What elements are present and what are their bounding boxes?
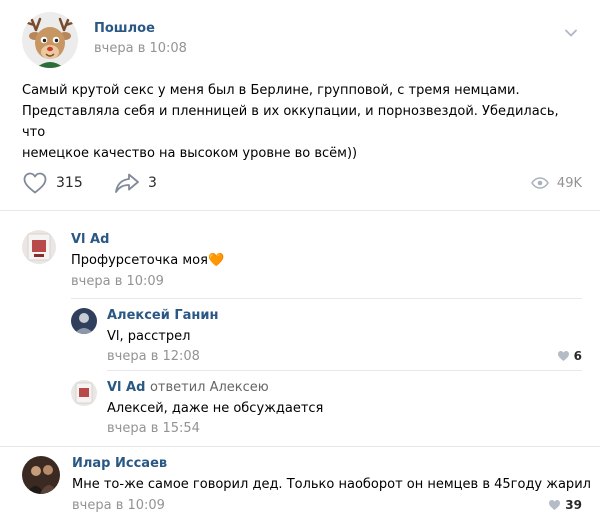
reply-to-label[interactable]: ответил Алексею xyxy=(150,380,269,395)
avatar[interactable] xyxy=(71,308,97,334)
post-text-line: Самый крутой секс у меня был в Берлине, … xyxy=(22,83,520,98)
heart-icon xyxy=(549,500,561,510)
user-photo-icon xyxy=(71,308,97,334)
comment-time[interactable]: вчера в 12:08 xyxy=(107,349,200,364)
orange-heart-emoji: 🧡 xyxy=(207,253,225,268)
comment-author[interactable]: Vl Ad ответил Алексею xyxy=(107,380,269,395)
share-icon xyxy=(115,173,139,193)
divider xyxy=(0,210,600,211)
post-text-line: немецкое качество на высоком уровне во в… xyxy=(22,146,358,161)
post-text-line: Представляла себя и пленницей в их оккуп… xyxy=(22,104,559,140)
comment-author[interactable]: Алексей Ганин xyxy=(107,308,219,323)
deer-avatar-icon xyxy=(22,12,78,68)
share-count: 3 xyxy=(148,175,157,191)
user-photo-icon xyxy=(22,456,60,494)
chevron-down-icon[interactable] xyxy=(564,26,578,40)
post-time[interactable]: вчера в 10:08 xyxy=(94,41,187,56)
views-count: 49K xyxy=(556,175,582,191)
user-photo-icon xyxy=(22,230,56,264)
comment-text: Мне то-же самое говорил дед. Только наоб… xyxy=(72,477,591,492)
comment-text: Профурсеточка моя🧡 xyxy=(71,253,224,268)
views-counter: 49K xyxy=(531,170,582,196)
post-author[interactable]: Пошлое xyxy=(94,21,155,36)
eye-icon xyxy=(531,177,549,189)
comment-like-count: 6 xyxy=(573,349,582,363)
comment-like-button[interactable]: 39 xyxy=(548,498,582,512)
divider xyxy=(0,446,600,447)
comment-author[interactable]: Vl Ad xyxy=(71,232,109,247)
comment: Илар Иссаев Мне то-же самое говорил дед.… xyxy=(22,456,591,516)
user-photo-icon xyxy=(71,380,97,406)
comment-time[interactable]: вчера в 10:09 xyxy=(72,498,165,513)
comment-text: Vl, расстрел xyxy=(107,329,191,344)
group-avatar[interactable] xyxy=(22,12,78,68)
comment-reply: Vl Ad ответил Алексею Алексей, даже не о… xyxy=(71,380,582,436)
comment-like-button[interactable]: 6 xyxy=(557,349,582,363)
avatar[interactable] xyxy=(22,230,56,264)
comment-time[interactable]: вчера в 10:09 xyxy=(71,274,164,289)
comment-like-count: 39 xyxy=(565,498,582,512)
comment-author-name[interactable]: Vl Ad xyxy=(107,380,145,395)
share-button[interactable]: 3 xyxy=(114,170,157,196)
divider xyxy=(107,370,582,371)
comment-text: Алексей, даже не обсуждается xyxy=(107,401,324,416)
comment-author[interactable]: Илар Иссаев xyxy=(72,456,167,471)
heart-icon xyxy=(23,172,47,194)
post-actions: 315 3 49K xyxy=(22,170,582,196)
comment-text-body: Профурсеточка моя xyxy=(71,253,208,268)
comment-time[interactable]: вчера в 15:54 xyxy=(107,421,200,436)
comment-reply: Алексей Ганин Vl, расстрел вчера в 12:08… xyxy=(71,308,582,364)
comment: Vl Ad Профурсеточка моя🧡 вчера в 10:09 xyxy=(22,230,582,290)
heart-icon xyxy=(557,351,569,361)
like-button[interactable]: 315 xyxy=(22,170,83,196)
avatar[interactable] xyxy=(22,456,60,494)
divider xyxy=(71,298,582,299)
post-header: Пошлое вчера в 10:08 xyxy=(22,12,582,68)
avatar[interactable] xyxy=(71,380,97,406)
post-text: Самый крутой секс у меня был в Берлине, … xyxy=(22,80,582,164)
like-count: 315 xyxy=(56,175,83,191)
